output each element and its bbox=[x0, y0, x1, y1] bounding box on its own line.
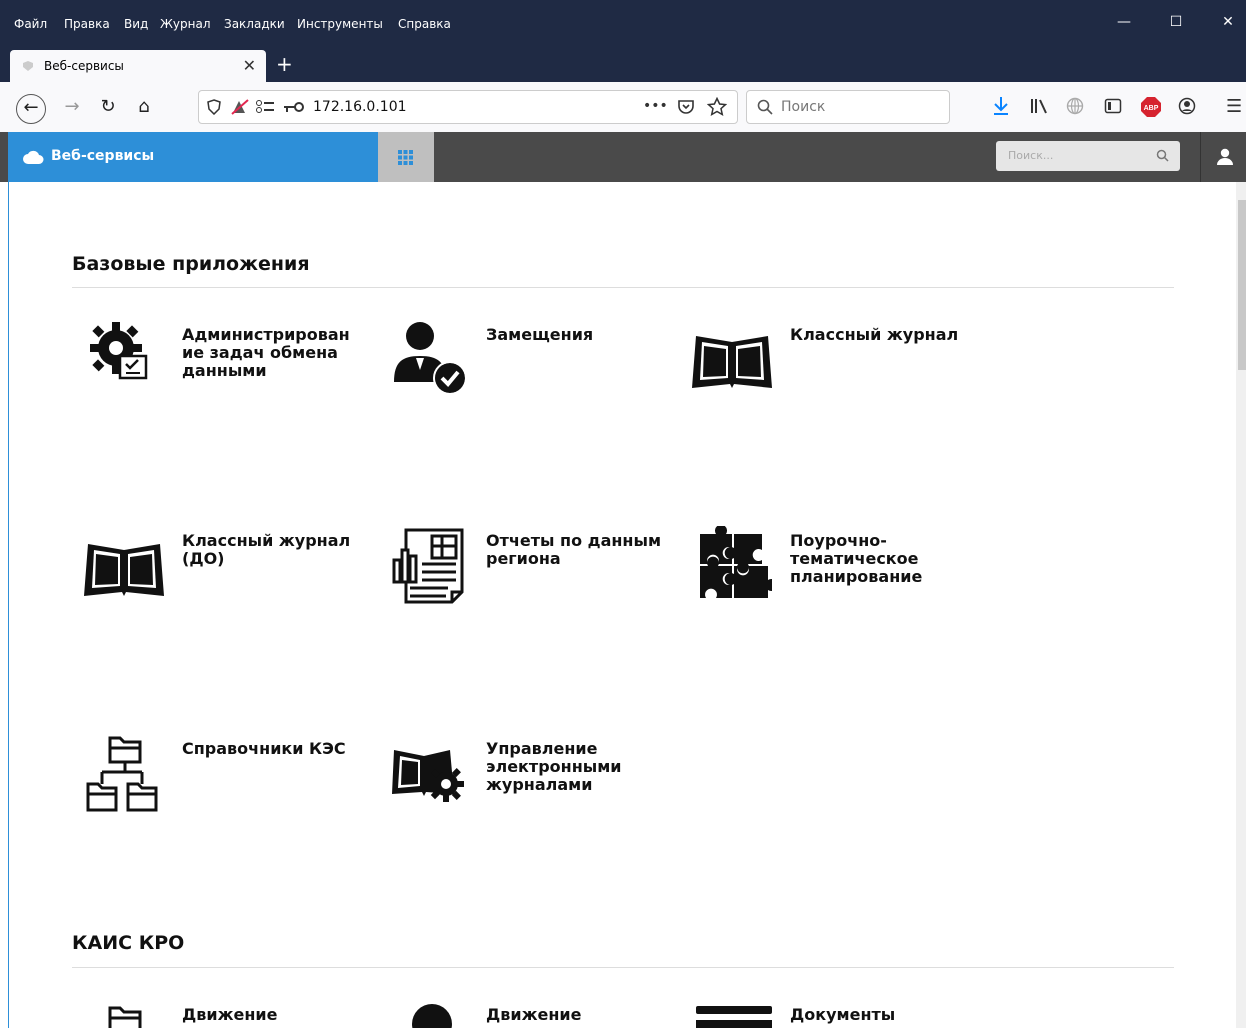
app-tile-class-journal[interactable]: Классный журнал bbox=[692, 318, 982, 418]
app-search-input[interactable]: Поиск... bbox=[996, 141, 1180, 171]
user-menu-button[interactable] bbox=[1200, 132, 1246, 182]
favicon-icon bbox=[23, 61, 33, 71]
app-tile-journal-management[interactable]: Управление электронными журналами bbox=[388, 734, 678, 834]
permissions-icon[interactable] bbox=[255, 99, 277, 115]
library-icon[interactable] bbox=[1030, 98, 1050, 114]
gear-checklist-icon bbox=[90, 322, 148, 380]
menu-tools[interactable]: Инструменты bbox=[297, 17, 383, 31]
book-icon bbox=[84, 544, 164, 596]
menu-help[interactable]: Справка bbox=[398, 17, 451, 31]
app-tile-movement[interactable]: Движение bbox=[84, 1000, 364, 1028]
home-button[interactable]: ⌂ bbox=[130, 94, 158, 122]
section-title-kais-kro: КАИС КРО bbox=[72, 932, 185, 954]
app-label: Классный журнал bbox=[790, 325, 959, 344]
maximize-button[interactable]: ☐ bbox=[1156, 14, 1196, 30]
apps-grid-button[interactable] bbox=[378, 132, 434, 182]
user-icon bbox=[1217, 148, 1233, 165]
app-tile-movement-2[interactable]: Движение bbox=[388, 1000, 678, 1028]
bookmark-star-icon[interactable] bbox=[707, 97, 727, 117]
app-tile-class-journal-do[interactable]: Классный журнал (ДО) bbox=[84, 526, 364, 626]
app-tile-lesson-planning[interactable]: Поурочно-тематическое планирование bbox=[692, 526, 982, 626]
report-icon bbox=[392, 528, 464, 604]
browser-search-placeholder: Поиск bbox=[781, 99, 826, 115]
menu-hamburger-icon[interactable]: ☰ bbox=[1226, 96, 1242, 117]
brand-bar[interactable]: Веб-сервисы bbox=[8, 132, 378, 182]
tab-title: Веб-сервисы bbox=[44, 59, 124, 73]
page-actions-icon[interactable]: ••• bbox=[643, 98, 668, 114]
reload-button[interactable]: ↻ bbox=[94, 94, 122, 122]
app-label: Администрирован ие задач обмена данными bbox=[182, 325, 350, 380]
app-label: Документы bbox=[790, 1005, 896, 1024]
tab-close-icon[interactable]: ✕ bbox=[243, 56, 256, 75]
pocket-icon[interactable] bbox=[677, 98, 695, 116]
app-tile-exchange-admin[interactable]: Администрирован ие задач обмена данными bbox=[84, 318, 364, 418]
menu-edit[interactable]: Правка bbox=[64, 17, 110, 31]
app-label: Поурочно-тематическое планирование bbox=[790, 531, 923, 586]
adblock-icon[interactable]: ABP bbox=[1140, 96, 1162, 118]
url-text[interactable]: 172.16.0.101 bbox=[313, 99, 407, 115]
app-tile-region-reports[interactable]: Отчеты по данным региона bbox=[388, 526, 678, 626]
person-check-icon bbox=[394, 322, 467, 395]
new-tab-button[interactable]: + bbox=[276, 52, 293, 76]
app-label: Отчеты по данным региона bbox=[486, 531, 662, 568]
book-icon bbox=[692, 336, 772, 388]
app-tile-documents[interactable]: Документы bbox=[692, 1000, 982, 1028]
folder-tree-icon bbox=[86, 736, 158, 812]
menu-history[interactable]: Журнал bbox=[160, 17, 211, 31]
app-label: Управление электронными журналами bbox=[486, 739, 622, 794]
cloud-icon bbox=[23, 150, 44, 164]
menu-bookmarks[interactable]: Закладки bbox=[224, 17, 285, 31]
app-search-placeholder: Поиск... bbox=[1008, 149, 1054, 162]
puzzle-icon bbox=[700, 526, 772, 598]
search-icon[interactable] bbox=[1156, 149, 1169, 162]
app-tile-substitutions[interactable]: Замещения bbox=[388, 318, 678, 418]
close-window-button[interactable]: ✕ bbox=[1208, 14, 1246, 30]
sidebar-icon[interactable] bbox=[1104, 97, 1122, 115]
browser-search-field[interactable]: Поиск bbox=[746, 90, 950, 124]
search-icon bbox=[757, 99, 773, 115]
url-bar[interactable]: 172.16.0.101 ••• bbox=[198, 90, 738, 124]
shield-icon[interactable] bbox=[207, 99, 221, 115]
grid-icon bbox=[398, 150, 413, 165]
document-icon bbox=[696, 1006, 772, 1028]
folder-icon bbox=[108, 1006, 142, 1028]
tab-web-services[interactable]: Веб-сервисы ✕ bbox=[10, 50, 266, 82]
menu-view[interactable]: Вид bbox=[124, 17, 148, 31]
app-tile-kes-directories[interactable]: Справочники КЭС bbox=[84, 734, 364, 834]
app-label: Движение bbox=[486, 1005, 582, 1024]
account-icon[interactable] bbox=[1178, 97, 1196, 115]
app-label: Классный журнал (ДО) bbox=[182, 531, 351, 568]
back-button[interactable]: ← bbox=[16, 94, 46, 124]
menu-file[interactable]: Файл bbox=[14, 17, 47, 31]
forward-button[interactable]: → bbox=[58, 94, 86, 122]
section-title-base-apps: Базовые приложения bbox=[72, 253, 310, 275]
app-label: Движение bbox=[182, 1005, 278, 1024]
section-divider bbox=[72, 287, 1174, 288]
key-icon[interactable] bbox=[283, 99, 305, 115]
svg-text:ABP: ABP bbox=[1144, 105, 1159, 112]
scrollbar-thumb[interactable] bbox=[1238, 200, 1246, 370]
app-label: Справочники КЭС bbox=[182, 739, 346, 758]
section-divider bbox=[72, 967, 1174, 968]
app-label: Замещения bbox=[486, 325, 594, 344]
minimize-button[interactable]: — bbox=[1104, 14, 1144, 30]
brand-title: Веб-сервисы bbox=[51, 148, 155, 164]
person-icon bbox=[412, 1004, 452, 1028]
globe-icon[interactable] bbox=[1066, 97, 1084, 115]
insecure-connection-icon[interactable] bbox=[231, 99, 249, 115]
downloads-icon[interactable] bbox=[992, 96, 1010, 116]
book-gear-icon bbox=[392, 750, 464, 802]
